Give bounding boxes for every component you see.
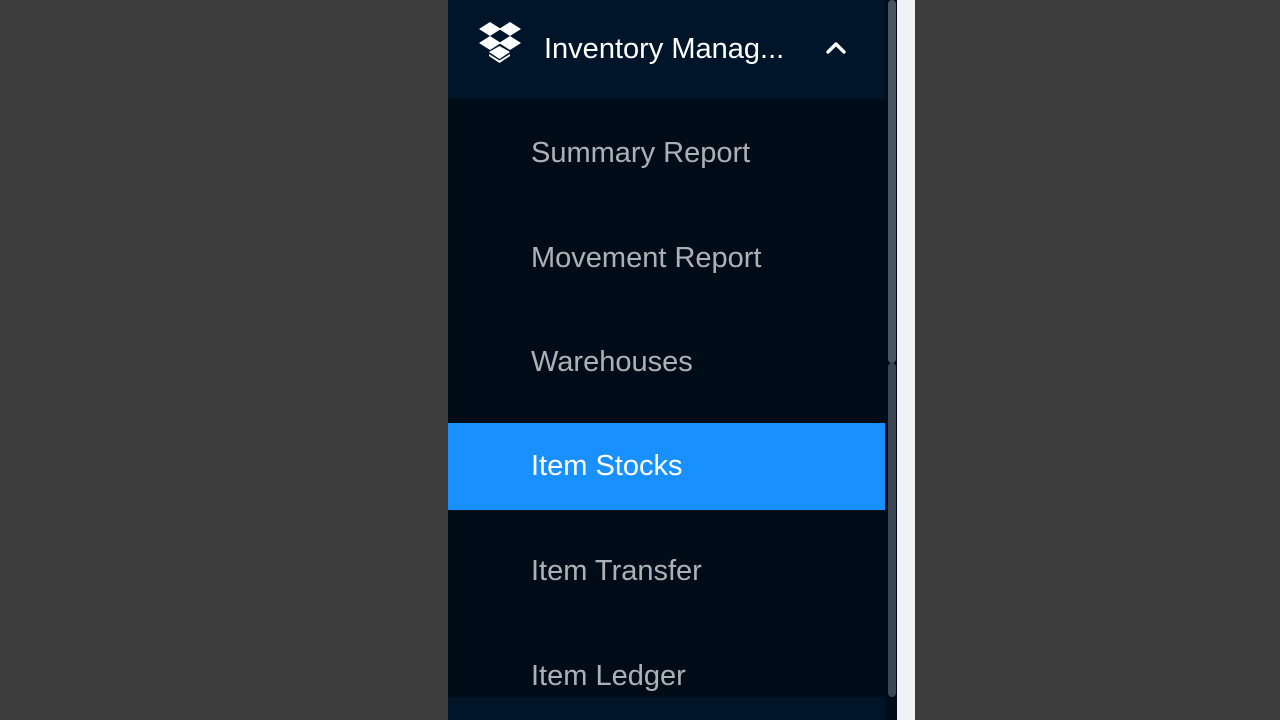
sidebar: Inventory Manag... Summary Report Moveme…: [448, 0, 885, 720]
content-area-edge: [897, 0, 915, 720]
menu-item-movement-report[interactable]: Movement Report: [448, 215, 885, 302]
submenu-inventory-management[interactable]: Inventory Manag...: [448, 0, 885, 99]
menu-item-summary-report[interactable]: Summary Report: [448, 110, 885, 197]
sidebar-footer: [448, 697, 885, 720]
menu-item-label: Item Transfer: [531, 555, 702, 587]
app-viewport: Inventory Manag... Summary Report Moveme…: [448, 0, 915, 720]
menu-item-label: Summary Report: [531, 137, 751, 169]
sidebar-scrollbar-thumb-lower: [888, 363, 896, 697]
menu-item-label: Item Ledger: [531, 660, 686, 692]
submenu-items: Summary Report Movement Report Warehouse…: [448, 99, 885, 697]
dropbox-icon: [479, 22, 521, 63]
submenu-title: Inventory Manag...: [544, 33, 785, 65]
menu-item-item-transfer[interactable]: Item Transfer: [448, 528, 885, 615]
menu-item-label: Warehouses: [531, 346, 693, 378]
menu-item-item-stocks[interactable]: Item Stocks: [448, 423, 885, 510]
menu-item-label: Movement Report: [531, 242, 762, 274]
menu-item-warehouses[interactable]: Warehouses: [448, 319, 885, 406]
menu-item-label: Item Stocks: [531, 450, 683, 482]
sidebar-scrollbar-thumb[interactable]: [888, 0, 896, 363]
chevron-up-icon[interactable]: [824, 37, 848, 57]
